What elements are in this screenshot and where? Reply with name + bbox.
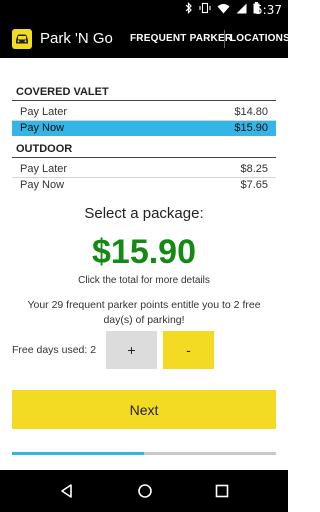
app-title: Park 'N Go — [40, 30, 113, 47]
package-total[interactable]: $15.90 — [0, 233, 288, 272]
status-time: 5:37 — [255, 3, 282, 17]
package-price: $14.80 — [234, 106, 268, 118]
package-row-covered-pay-now[interactable]: Pay Now $15.90 — [12, 121, 276, 136]
bluetooth-icon — [185, 1, 193, 19]
back-icon[interactable] — [59, 483, 75, 499]
action-divider — [224, 30, 225, 48]
home-icon[interactable] — [137, 483, 153, 499]
frequent-parker-action[interactable]: FREQUENT PARKER — [130, 33, 232, 44]
package-label: Pay Now — [20, 122, 65, 134]
package-row-covered-pay-later[interactable]: Pay Later $14.80 — [12, 105, 276, 120]
recents-icon[interactable] — [214, 483, 230, 499]
section-title-outdoor: OUTDOOR — [16, 143, 73, 155]
cell-signal-icon — [236, 1, 247, 19]
package-price: $7.65 — [240, 179, 268, 191]
package-row-outdoor-pay-now[interactable]: Pay Now $7.65 — [12, 178, 276, 193]
package-label: Pay Now — [20, 179, 65, 191]
points-message: Your 29 frequent parker points entitle y… — [27, 299, 261, 326]
wifi-icon — [217, 1, 230, 19]
decrease-free-days-button[interactable]: - — [163, 331, 214, 369]
section-divider — [12, 100, 276, 101]
package-price: $8.25 — [240, 163, 268, 175]
package-label: Pay Later — [20, 163, 68, 175]
section-title-covered-valet: COVERED VALET — [16, 86, 109, 98]
section-divider — [12, 157, 276, 158]
car-icon[interactable] — [12, 29, 32, 49]
status-bar: 5:37 — [0, 0, 288, 20]
status-icons — [185, 1, 260, 19]
package-label: Pay Later — [20, 106, 68, 118]
progress-fill — [12, 452, 144, 455]
nav-bar — [0, 470, 288, 512]
free-days-label: Free days used: 2 — [12, 344, 97, 356]
increase-free-days-button[interactable]: + — [106, 331, 157, 369]
locations-action[interactable]: LOCATIONS — [230, 33, 290, 44]
select-package-heading: Select a package: — [84, 205, 204, 222]
app-bar: Park 'N Go FREQUENT PARKER LOCATIONS — [0, 20, 290, 58]
total-hint: Click the total for more details — [78, 275, 210, 286]
progress-bar — [12, 452, 276, 455]
package-row-outdoor-pay-later[interactable]: Pay Later $8.25 — [12, 162, 276, 177]
next-button[interactable]: Next — [12, 390, 276, 429]
package-price: $15.90 — [234, 122, 268, 134]
vibrate-icon — [199, 1, 211, 19]
